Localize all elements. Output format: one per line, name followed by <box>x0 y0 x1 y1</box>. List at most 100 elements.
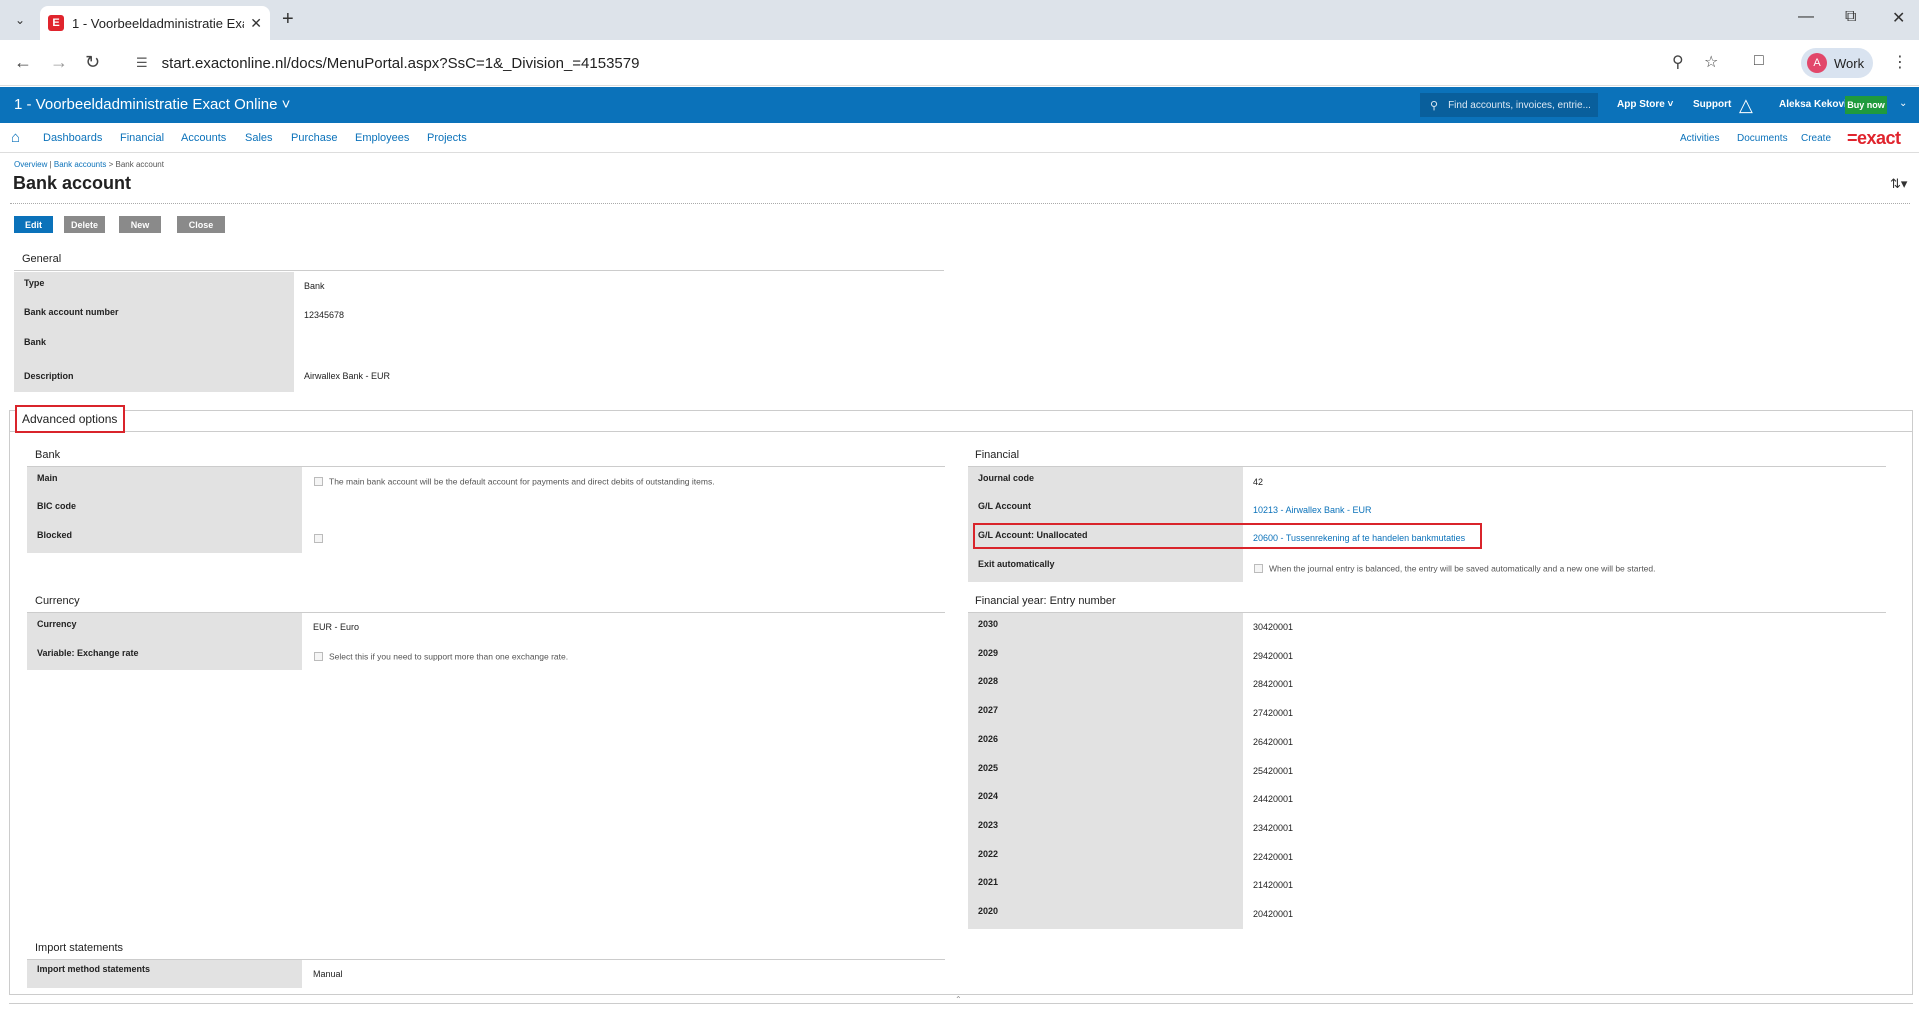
breadcrumb-bank-accounts[interactable]: Bank accounts <box>54 160 106 169</box>
exit-automatically-label: Exit automatically <box>978 559 1055 569</box>
profile-button[interactable]: A Work <box>1801 48 1873 78</box>
collapse-chevron-icon[interactable]: ⌃ <box>955 995 962 1004</box>
exact-logo[interactable]: =exact <box>1847 128 1901 149</box>
entry-number-value: 26420001 <box>1253 736 1294 747</box>
buy-now-button[interactable]: Buy now <box>1845 96 1887 114</box>
bank-account-number-label: Bank account number <box>24 307 119 317</box>
global-search-input[interactable]: ⚲ Find accounts, invoices, entrie... <box>1420 93 1598 117</box>
exact-favicon-icon: E <box>48 15 64 31</box>
restore-icon[interactable]: ⧉ <box>1845 8 1856 26</box>
breadcrumb-current: Bank account <box>115 160 164 169</box>
page-tools-icon[interactable]: ⇅▾ <box>1890 176 1907 192</box>
advanced-options-header-divider <box>9 431 1913 432</box>
new-button[interactable]: New <box>119 216 161 233</box>
import-method-statements-value: Manual <box>313 969 343 979</box>
entry-year-label: 2025 <box>978 762 999 773</box>
extensions-icon[interactable]: □ <box>1754 52 1764 70</box>
user-menu-chevron-icon[interactable]: ⌄ <box>1899 98 1907 109</box>
type-label: Type <box>24 278 45 288</box>
user-name[interactable]: Aleksa Kekovic <box>1779 99 1852 110</box>
back-icon[interactable]: ← <box>14 52 32 73</box>
journal-code-value: 42 <box>1253 477 1264 487</box>
blocked-field <box>314 533 329 544</box>
main-checkbox[interactable] <box>314 477 323 487</box>
triangle-logo-icon[interactable]: △ <box>1739 95 1753 116</box>
bank-label: Bank <box>24 337 47 347</box>
url-field[interactable]: ☰ start.exactonline.nl/docs/MenuPortal.a… <box>122 46 1722 80</box>
section-divider <box>14 270 944 271</box>
reload-icon[interactable]: ↻ <box>85 52 100 73</box>
browser-tab-bar: ⌄ E 1 - Voorbeeldadministratie Exa ✕ + —… <box>0 0 1919 40</box>
gl-account-link[interactable]: 10213 - Airwallex Bank - EUR <box>1253 505 1372 515</box>
entry-year-label: 2024 <box>978 791 999 802</box>
entry-number-value: 25420001 <box>1253 765 1294 776</box>
bank-section-title: Bank <box>35 449 61 461</box>
site-info-icon[interactable]: ☰ <box>136 55 148 71</box>
breadcrumb-overview[interactable]: Overview <box>14 160 47 169</box>
menu-purchase[interactable]: Purchase <box>291 132 337 144</box>
gl-account-label: G/L Account <box>978 501 1032 511</box>
tab-search-chevron-icon[interactable]: ⌄ <box>8 9 32 31</box>
currency-value: EUR - Euro <box>313 622 360 632</box>
entry-number-value: 24420001 <box>1253 794 1294 805</box>
close-tab-icon[interactable]: ✕ <box>250 15 262 32</box>
zoom-icon[interactable]: ⚲ <box>1672 52 1684 72</box>
menu-employees[interactable]: Employees <box>355 132 409 144</box>
menu-dashboards[interactable]: Dashboards <box>43 132 102 144</box>
financial-section-title: Financial <box>975 449 1020 461</box>
entry-year-label: 2028 <box>978 676 999 687</box>
entry-number-value: 20420001 <box>1253 909 1294 919</box>
exit-automatically-checkbox[interactable] <box>1254 564 1263 574</box>
profile-label: Work <box>1834 55 1865 71</box>
support-link[interactable]: Support <box>1693 99 1731 110</box>
address-bar: ← → ↻ ☰ start.exactonline.nl/docs/MenuPo… <box>0 40 1919 86</box>
entry-year-label: 2021 <box>978 877 999 888</box>
url-text: start.exactonline.nl/docs/MenuPortal.asp… <box>161 54 640 72</box>
search-icon: ⚲ <box>1430 99 1439 112</box>
main-label: Main <box>37 473 58 483</box>
entry-number-value: 21420001 <box>1253 880 1294 891</box>
journal-code-label: Journal code <box>978 473 1035 483</box>
entry-number-value: 23420001 <box>1253 822 1294 833</box>
app-store-link[interactable]: App Store ˅ <box>1617 99 1673 110</box>
entry-number-section-title: Financial year: Entry number <box>975 595 1116 607</box>
bookmark-star-icon[interactable]: ☆ <box>1704 52 1718 72</box>
variable-exchange-rate-label: Variable: Exchange rate <box>37 648 139 658</box>
blocked-checkbox[interactable] <box>314 534 323 544</box>
delete-button[interactable]: Delete <box>64 216 105 233</box>
blocked-label: Blocked <box>37 530 73 540</box>
menu-create[interactable]: Create <box>1801 133 1831 144</box>
menu-financial[interactable]: Financial <box>120 132 164 144</box>
edit-button[interactable]: Edit <box>14 216 53 233</box>
menu-documents[interactable]: Documents <box>1737 133 1788 144</box>
entry-year-label: 2020 <box>978 906 999 916</box>
home-icon[interactable]: ⌂ <box>11 129 20 146</box>
close-button[interactable]: Close <box>177 216 225 233</box>
entry-number-value: 22420001 <box>1253 851 1294 862</box>
menu-projects[interactable]: Projects <box>427 132 467 144</box>
entry-year-label: 2022 <box>978 848 999 859</box>
browser-tab[interactable]: E 1 - Voorbeeldadministratie Exa ✕ <box>40 6 270 40</box>
menu-sales[interactable]: Sales <box>245 132 273 144</box>
exit-automatically-note: When the journal entry is balanced, the … <box>1269 563 1656 574</box>
page-title: Bank account <box>13 173 132 193</box>
avatar: A <box>1807 53 1827 73</box>
entry-year-label: 2027 <box>978 705 999 716</box>
variable-exchange-rate-checkbox[interactable] <box>314 652 323 662</box>
entry-number-value: 30420001 <box>1253 622 1294 632</box>
new-tab-icon[interactable]: + <box>282 8 294 31</box>
advanced-options-tab[interactable]: Advanced options <box>15 405 125 433</box>
entry-year-label: 2023 <box>978 819 999 830</box>
close-window-icon[interactable]: ✕ <box>1892 8 1905 28</box>
main-note: The main bank account will be the defaul… <box>329 476 715 487</box>
breadcrumb: Overview | Bank accounts > Bank account <box>14 160 164 169</box>
forward-icon[interactable]: → <box>50 52 68 73</box>
menu-accounts[interactable]: Accounts <box>181 132 226 144</box>
menu-activities[interactable]: Activities <box>1680 133 1719 144</box>
minimize-icon[interactable]: — <box>1798 8 1814 26</box>
type-value: Bank <box>304 281 325 291</box>
import-statements-section-title: Import statements <box>35 942 124 954</box>
main-menu: ⌂ Dashboards Financial Accounts Sales Pu… <box>0 123 1919 153</box>
browser-menu-icon[interactable]: ⋮ <box>1892 52 1908 72</box>
division-selector[interactable]: 1 - Voorbeeldadministratie Exact Online … <box>14 96 290 113</box>
